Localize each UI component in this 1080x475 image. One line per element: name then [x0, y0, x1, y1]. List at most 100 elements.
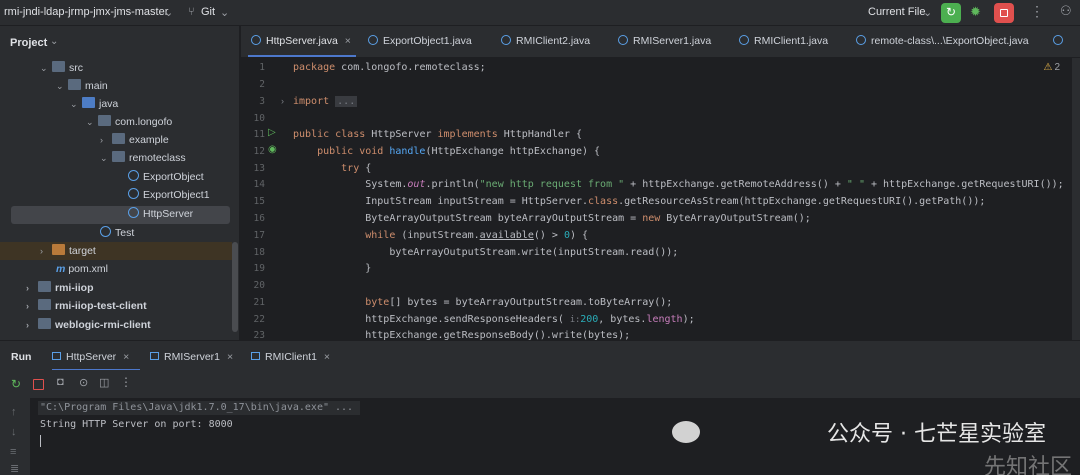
close-icon[interactable]: ×: [324, 351, 330, 363]
console-icon: [150, 352, 159, 360]
editor-scrollbar[interactable]: [1072, 58, 1080, 340]
fold-icon[interactable]: ›: [281, 96, 284, 106]
folder-icon: [52, 61, 65, 72]
class-icon: [100, 226, 111, 237]
camera-icon[interactable]: ◘: [57, 376, 68, 388]
project-selector[interactable]: rmi-jndi-ldap-jrmp-jmx-jms-master: [4, 6, 168, 18]
module-icon: [38, 281, 51, 292]
package-icon: [112, 151, 125, 162]
console-icon: [251, 352, 260, 360]
chevron-right-icon[interactable]: ›: [100, 131, 112, 149]
chevron-down-icon[interactable]: ⌄: [56, 77, 68, 95]
dump-threads-icon[interactable]: ⊙: [79, 376, 90, 389]
class-icon: [251, 35, 261, 45]
watermark-text-2: 先知社区: [983, 455, 1072, 475]
line-number: 17: [253, 230, 265, 241]
chevron-down-icon[interactable]: ⌄: [164, 6, 173, 19]
tab-rmiclient2[interactable]: RMIClient2.java: [501, 35, 590, 47]
stop-icon: [1000, 9, 1008, 17]
rerun-icon[interactable]: ↻: [11, 377, 22, 391]
line-number: 10: [253, 113, 265, 124]
class-icon: [1053, 35, 1063, 45]
chevron-right-icon[interactable]: ›: [40, 242, 52, 260]
tree-item-test[interactable]: Test: [100, 224, 134, 242]
tab-rmiclient1[interactable]: RMIClient1.java: [739, 35, 828, 47]
tree-item-exportobject[interactable]: ExportObject: [128, 168, 204, 186]
class-icon: [368, 35, 378, 45]
tree-item-rmi-iiop[interactable]: › rmi-iiop: [26, 279, 94, 297]
tree-item-weblogic-rmi-client[interactable]: › weblogic-rmi-client: [26, 316, 151, 334]
chevron-down-icon[interactable]: ⌄: [923, 6, 932, 19]
code-line-13: try {: [293, 163, 372, 174]
line-number: 3: [259, 96, 265, 107]
arrow-down-icon[interactable]: ↓: [11, 426, 17, 438]
vcs-menu[interactable]: Git: [201, 6, 215, 18]
line-number: 1: [259, 62, 265, 73]
line-number: 11: [253, 129, 265, 140]
project-panel-title[interactable]: Project: [10, 37, 47, 49]
active-tab-indicator: [248, 55, 356, 57]
tree-item-rmi-iiop-test-client[interactable]: › rmi-iiop-test-client: [26, 297, 147, 315]
run-config-selector[interactable]: Current File: [868, 6, 925, 18]
run-tab-rmiserver1[interactable]: RMIServer1 ×: [150, 351, 233, 363]
restore-layout-icon[interactable]: ◫: [99, 376, 110, 389]
chevron-right-icon[interactable]: ›: [26, 316, 38, 334]
run-tab-httpserver[interactable]: HttpServer ×: [52, 351, 129, 363]
tab-overflow[interactable]: [1053, 35, 1068, 47]
chevron-down-icon[interactable]: ⌄: [86, 113, 98, 131]
tree-item-pom[interactable]: m pom.xml: [56, 260, 108, 278]
tree-item-httpserver[interactable]: HttpServer: [128, 205, 193, 223]
close-icon[interactable]: ×: [123, 351, 129, 363]
wrap-icon[interactable]: ≡: [10, 446, 16, 458]
arrow-up-icon[interactable]: ↑: [11, 406, 17, 418]
scroll-end-icon[interactable]: ≣: [10, 462, 19, 475]
chevron-down-icon[interactable]: ⌄: [100, 149, 112, 167]
chevron-down-icon[interactable]: ⌄: [40, 59, 52, 77]
implements-gutter-icon[interactable]: ◉: [268, 144, 277, 155]
tree-item-remoteclass[interactable]: ⌄ remoteclass: [100, 149, 186, 167]
more-options-icon[interactable]: ⋮: [120, 375, 132, 389]
selected-row-highlight: [11, 206, 230, 224]
add-user-icon[interactable]: ⚇: [1060, 3, 1072, 19]
line-number: 19: [253, 263, 265, 274]
code-editor[interactable]: 1 2 3 10 11 12 13 14 15 16 17 18 19 20 2…: [241, 58, 1080, 340]
line-number: 13: [253, 163, 265, 174]
wechat-logo-icon: [672, 421, 700, 443]
stop-icon[interactable]: [33, 379, 44, 390]
class-icon: [128, 207, 139, 218]
chevron-down-icon[interactable]: ⌄: [50, 36, 58, 47]
tree-item-java[interactable]: ⌄ java: [70, 95, 118, 113]
run-gutter-icon[interactable]: ▷: [268, 127, 276, 138]
tree-item-src[interactable]: ⌄ src: [40, 59, 83, 77]
line-number: 22: [253, 314, 265, 325]
package-icon: [112, 133, 125, 144]
run-tab-rmiclient1[interactable]: RMIClient1 ×: [251, 351, 330, 363]
rerun-button[interactable]: ↻: [941, 3, 961, 23]
project-scrollbar[interactable]: [232, 242, 238, 332]
tab-rmiserver1[interactable]: RMIServer1.java: [618, 35, 711, 47]
run-toolbar: ↻ ◘ ⊙ ◫ ⋮: [0, 370, 1080, 398]
code-line-22: httpExchange.sendResponseHeaders( i:200,…: [293, 314, 695, 325]
close-icon[interactable]: ×: [227, 351, 233, 363]
line-number: 12: [253, 146, 265, 157]
tab-httpserver[interactable]: HttpServer.java ×: [251, 35, 351, 47]
tree-item-exportobject1[interactable]: ExportObject1: [128, 186, 210, 204]
tab-exportobject1[interactable]: ExportObject1.java: [368, 35, 472, 47]
code-line-23: httpExchange.getResponseBody().write(byt…: [293, 330, 631, 340]
chevron-down-icon[interactable]: ⌄: [70, 95, 82, 113]
warning-icon[interactable]: ⚠ 2: [1043, 62, 1060, 73]
tab-remote-exportobject[interactable]: remote-class\...\ExportObject.java: [856, 35, 1029, 47]
tree-item-example[interactable]: › example: [100, 131, 169, 149]
code-line-16: ByteArrayOutputStream byteArrayOutputStr…: [293, 213, 811, 224]
folder-icon: [68, 79, 81, 90]
tree-item-target[interactable]: › target: [40, 242, 96, 260]
tree-item-com-longofo[interactable]: ⌄ com.longofo: [86, 113, 172, 131]
close-icon[interactable]: ×: [345, 35, 351, 47]
chevron-right-icon[interactable]: ›: [26, 279, 38, 297]
chevron-right-icon[interactable]: ›: [26, 297, 38, 315]
tree-item-main[interactable]: ⌄ main: [56, 77, 108, 95]
debug-icon[interactable]: ✹: [970, 4, 981, 20]
chevron-down-icon[interactable]: ⌄: [220, 6, 229, 19]
more-actions-icon[interactable]: ⋮: [1030, 3, 1044, 20]
stop-button[interactable]: [994, 3, 1014, 23]
